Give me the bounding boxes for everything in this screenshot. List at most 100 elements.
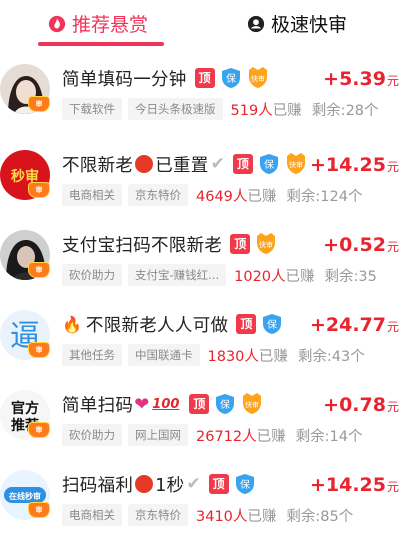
avatar-badge: 审: [28, 182, 50, 198]
task-row[interactable]: 官方 推荐 审 简单扫码 ❤ 100 顶 保 快审 +0.78元 砍价助力 网上…: [0, 376, 407, 456]
category-tag: 其他任务: [62, 344, 122, 366]
remaining-count: 剩余:124个: [286, 188, 363, 205]
heart-icon: ❤: [134, 393, 150, 415]
svg-text:保: 保: [240, 478, 250, 491]
checkmark-icon: ✔: [186, 474, 201, 494]
project-tag: 支付宝-赚钱红...: [128, 264, 227, 286]
task-title-suffix: 已重置: [155, 155, 209, 176]
earned-count: 26712人已赚: [196, 428, 286, 445]
remaining-count: 剩余:85个: [286, 508, 354, 525]
svg-text:保: 保: [264, 158, 274, 171]
guarantee-shield-icon: 保: [214, 393, 236, 415]
avatar-badge: 审: [28, 502, 50, 518]
task-title: 扫码福利: [62, 475, 134, 496]
red-circle-icon: [135, 155, 154, 173]
project-tag: 京东特价: [128, 504, 188, 526]
earned-count: 3410人已赚: [196, 508, 277, 525]
task-title-line: 支付宝扫码不限新老 顶 快审: [62, 230, 278, 258]
task-meta: 下载软件 今日头条极速版 519人已赚 剩余:28个: [62, 98, 379, 120]
fast-review-badge-icon: 快审: [246, 67, 270, 89]
task-title: 支付宝扫码不限新老: [62, 235, 223, 256]
task-title-line: 扫码福利 1秒 ✔ 顶 保: [62, 470, 256, 498]
tab-fast-review[interactable]: 极速快审: [247, 10, 347, 37]
hundred-points-icon: 100: [152, 396, 180, 412]
category-tag: 砍价助力: [62, 424, 122, 446]
reward-amount: +14.25元: [309, 154, 399, 176]
task-row[interactable]: 秒审 审 不限新老 已重置 ✔ 顶 保 快审 +14.25元 电商相关 京东特价…: [0, 136, 407, 216]
category-tag: 砍价助力: [62, 264, 122, 286]
task-title: 简单填码一分钟: [62, 69, 187, 90]
top-badge: 顶: [194, 68, 215, 88]
remaining-count: 剩余:35: [324, 268, 377, 285]
fast-review-badge-icon: 快审: [284, 153, 308, 175]
svg-text:保: 保: [267, 318, 277, 331]
top-badge: 顶: [230, 234, 251, 254]
category-tag: 电商相关: [62, 184, 122, 206]
top-badge: 顶: [236, 314, 257, 334]
top-tab-bar: 推荐悬赏 极速快审: [0, 0, 407, 52]
fire-icon: 🔥: [62, 314, 82, 334]
svg-text:快审: 快审: [259, 240, 273, 249]
tab-label: 极速快审: [271, 14, 348, 36]
task-title-line: 🔥 不限新老人人可做 顶 保: [62, 310, 283, 338]
guarantee-shield-icon: 保: [258, 153, 280, 175]
top-badge: 顶: [232, 154, 253, 174]
avatar-badge: 审: [28, 96, 50, 112]
reward-amount: +5.39元: [323, 68, 399, 90]
user-circle-icon: [247, 15, 265, 32]
checkmark-icon: ✔: [210, 154, 225, 174]
remaining-count: 剩余:28个: [311, 102, 379, 119]
svg-text:官方: 官方: [11, 400, 39, 417]
earned-count: 1830人已赚: [207, 348, 288, 365]
fire-drop-icon: [48, 15, 66, 32]
reward-amount: +0.78元: [323, 394, 399, 416]
task-title-line: 简单填码一分钟 顶 保 快审: [62, 64, 270, 92]
avatar-badge: 审: [28, 342, 50, 358]
task-meta: 其他任务 中国联通卡 1830人已赚 剩余:43个: [62, 344, 365, 366]
tab-recommended[interactable]: 推荐悬赏: [48, 10, 148, 37]
project-tag: 今日头条极速版: [128, 98, 223, 120]
earned-count: 519人已赚: [230, 102, 302, 119]
category-tag: 下载软件: [62, 98, 122, 120]
task-row[interactable]: 逼 审 🔥 不限新老人人可做 顶 保 +24.77元 其他任务 中国联通卡 18…: [0, 296, 407, 376]
avatar-badge: 审: [28, 262, 50, 278]
task-title-line: 简单扫码 ❤ 100 顶 保 快审: [62, 390, 264, 418]
guarantee-shield-icon: 保: [220, 67, 242, 89]
task-row[interactable]: 在线秒审 审 扫码福利 1秒 ✔ 顶 保 +14.25元 电商相关 京东特价 3…: [0, 456, 407, 536]
category-tag: 电商相关: [62, 504, 122, 526]
svg-text:在线秒审: 在线秒审: [9, 491, 41, 501]
task-title: 不限新老人人可做: [85, 315, 229, 336]
task-row[interactable]: 审 简单填码一分钟 顶 保 快审 +5.39元 下载软件 今日头条极速版 519…: [0, 50, 407, 136]
reward-amount: +14.25元: [309, 474, 399, 496]
task-title: 不限新老: [62, 155, 134, 176]
task-meta: 电商相关 京东特价 4649人已赚 剩余:124个: [62, 184, 362, 206]
remaining-count: 剩余:14个: [295, 428, 363, 445]
task-title-line: 不限新老 已重置 ✔ 顶 保 快审: [62, 150, 308, 178]
reward-amount: +0.52元: [323, 234, 399, 256]
task-meta: 砍价助力 支付宝-赚钱红... 1020人已赚 剩余:35: [62, 264, 377, 286]
svg-text:保: 保: [220, 398, 230, 411]
red-circle-icon: [135, 475, 154, 493]
project-tag: 京东特价: [128, 184, 188, 206]
task-title: 简单扫码: [62, 395, 134, 416]
project-tag: 中国联通卡: [128, 344, 200, 366]
task-list: 审 简单填码一分钟 顶 保 快审 +5.39元 下载软件 今日头条极速版 519…: [0, 50, 407, 536]
reward-amount: +24.77元: [309, 314, 399, 336]
guarantee-shield-icon: 保: [234, 473, 256, 495]
task-title-suffix: 1秒: [155, 475, 185, 496]
fast-review-badge-icon: 快审: [254, 233, 278, 255]
task-row[interactable]: 审 支付宝扫码不限新老 顶 快审 +0.52元 砍价助力 支付宝-赚钱红... …: [0, 216, 407, 296]
top-badge: 顶: [208, 474, 229, 494]
avatar-badge: 审: [28, 422, 50, 438]
earned-count: 1020人已赚: [234, 268, 315, 285]
earned-count: 4649人已赚: [196, 188, 277, 205]
svg-text:快审: 快审: [245, 400, 259, 409]
tab-label: 推荐悬赏: [72, 14, 149, 36]
project-tag: 网上国网: [128, 424, 188, 446]
guarantee-shield-icon: 保: [261, 313, 283, 335]
fast-review-badge-icon: 快审: [240, 393, 264, 415]
active-tab-indicator: [38, 42, 164, 46]
svg-text:快审: 快审: [251, 74, 265, 83]
task-meta: 电商相关 京东特价 3410人已赚 剩余:85个: [62, 504, 353, 526]
remaining-count: 剩余:43个: [297, 348, 365, 365]
